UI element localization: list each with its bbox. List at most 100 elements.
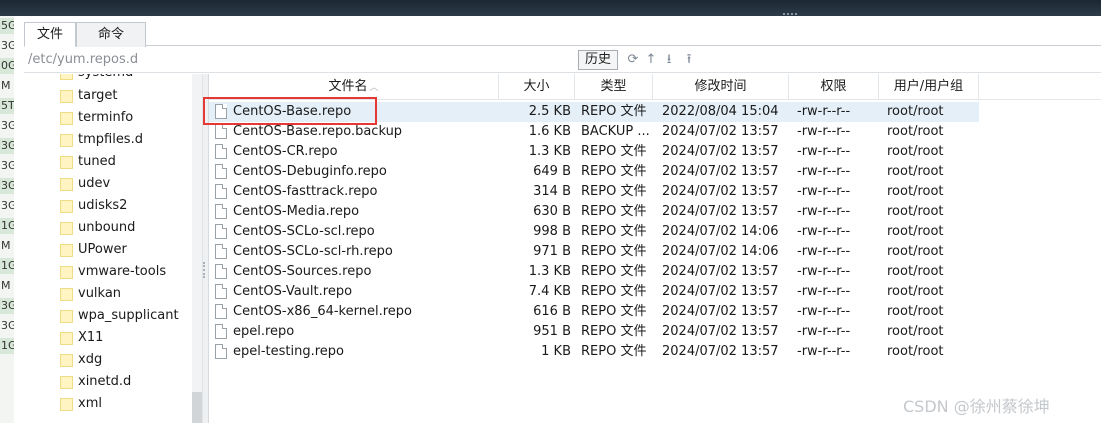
folder-icon <box>60 177 73 191</box>
file-type: REPO 文件 <box>581 144 647 159</box>
file-row[interactable]: CentOS-Vault.repo 7.4 KB REPO 文件 2024/07/02… <box>209 282 979 302</box>
file-name: epel.repo <box>233 324 295 339</box>
file-row[interactable]: CentOS-SCLo-scl-rh.repo 971 B REPO 文件 2024/… <box>209 242 979 262</box>
watermark: CSDN @徐州蔡徐坤 <box>903 397 1050 416</box>
column-mtime[interactable]: 修改时间 <box>653 74 789 100</box>
edge-size-label: 5T <box>0 98 14 114</box>
tree-folder-label: udev <box>78 176 111 191</box>
file-name: CentOS-Sources.repo <box>233 264 372 279</box>
file-row[interactable]: CentOS-fasttrack.repo 314 B REPO 文件 2024/07… <box>209 182 979 202</box>
file-row[interactable]: CentOS-CR.repo 1.3 KB REPO 文件 2024/07/02 13… <box>209 142 979 162</box>
tree-folder[interactable]: unbound <box>60 217 135 239</box>
file-owner: root/root <box>887 224 944 239</box>
column-permission[interactable]: 权限 <box>789 74 879 100</box>
tree-scrollbar-thumb[interactable] <box>192 392 202 423</box>
tree-folder[interactable]: X11 <box>60 327 103 349</box>
file-icon <box>215 224 227 239</box>
file-type: REPO 文件 <box>581 104 647 119</box>
folder-icon <box>60 397 73 411</box>
file-size: 2.5 KB <box>528 104 571 119</box>
edge-size-label: 3G <box>0 138 14 154</box>
file-icon <box>215 144 227 159</box>
tree-folder[interactable]: vmware-tools <box>60 261 166 283</box>
file-size: 1 KB <box>541 344 571 359</box>
left-edge-strip: 5G 3G 0G M 5T 3G 3G 3G 3G 3G 1G M 1G M 3G 3G 1G <box>0 16 14 423</box>
download-icon[interactable]: ⭳ <box>661 52 677 68</box>
history-button[interactable]: 历史 <box>578 50 618 70</box>
file-type: REPO 文件 <box>581 164 647 179</box>
tree-folder[interactable]: xml <box>60 393 102 415</box>
folder-icon <box>60 199 73 213</box>
upload-icon[interactable]: ⭱ <box>681 52 697 68</box>
file-row[interactable]: CentOS-SCLo-scl.repo 998 B REPO 文件 2024/07/… <box>209 222 979 242</box>
file-name: CentOS-x86_64-kernel.repo <box>233 304 412 319</box>
tree-folder[interactable]: xdg <box>60 349 102 371</box>
file-row[interactable]: CentOS-Media.repo 630 B REPO 文件 2024/07/02 … <box>209 202 979 222</box>
file-owner: root/root <box>887 124 944 139</box>
folder-icon <box>60 375 73 389</box>
file-permission: -rw-r--r-- <box>797 304 851 319</box>
edge-size-label: 3G <box>0 178 14 194</box>
folder-icon <box>60 353 73 367</box>
tree-folder[interactable]: wpa_supplicant <box>60 305 179 327</box>
column-size[interactable]: 大小 <box>499 74 575 100</box>
tab-commands[interactable]: 命令 <box>76 22 146 47</box>
file-type: REPO 文件 <box>581 284 647 299</box>
file-owner: root/root <box>887 344 944 359</box>
tree-folder[interactable]: terminfo <box>60 107 133 129</box>
tree-folder[interactable]: target <box>60 85 118 107</box>
tree-folder[interactable]: vulkan <box>60 283 121 305</box>
tab-files[interactable]: 文件 <box>24 22 76 47</box>
title-bar <box>0 0 1101 16</box>
file-row[interactable]: epel.repo 951 B REPO 文件 2024/07/02 13:57 -rw… <box>209 322 979 342</box>
file-row[interactable]: CentOS-Base.repo.backup 1.6 KB BACKUP ... 2… <box>209 122 979 142</box>
file-owner: root/root <box>887 164 944 179</box>
edge-size-label: 3G <box>0 298 14 314</box>
file-type: BACKUP ... <box>581 124 650 139</box>
file-name: CentOS-Media.repo <box>233 204 360 219</box>
tree-folder-label: tuned <box>78 154 116 169</box>
tree-folder-label: vulkan <box>78 286 122 301</box>
path-bar: /etc/yum.repos.d 历史 ⟳ ↑ ⭳ ⭱ <box>24 47 1101 73</box>
tree-folder-label: xinetd.d <box>78 374 132 389</box>
tree-folder[interactable]: UPower <box>60 239 127 261</box>
file-icon <box>215 344 227 359</box>
file-mtime: 2024/07/02 13:57 <box>662 184 779 199</box>
edge-size-label: 3G <box>1 159 14 172</box>
file-row[interactable]: CentOS-Debuginfo.repo 649 B REPO 文件 2024/07… <box>209 162 979 182</box>
tree-folder[interactable]: systemd <box>60 74 133 84</box>
column-owner[interactable]: 用户/用户组 <box>879 74 979 100</box>
folder-icon <box>60 111 73 125</box>
column-type[interactable]: 类型 <box>575 74 653 100</box>
file-mtime: 2024/07/02 13:57 <box>662 124 779 139</box>
tree-scrollbar[interactable] <box>192 74 202 423</box>
folder-icon <box>60 74 73 80</box>
edge-size-label: 3G <box>1 39 14 52</box>
file-permission: -rw-r--r-- <box>797 244 851 259</box>
file-row[interactable]: CentOS-x86_64-kernel.repo 616 B REPO 文件 202… <box>209 302 979 322</box>
edge-size-label: M <box>1 239 11 252</box>
path-input[interactable]: /etc/yum.repos.d <box>28 52 138 67</box>
file-permission: -rw-r--r-- <box>797 124 851 139</box>
tree-folder[interactable]: udisks2 <box>60 195 127 217</box>
tree-folder[interactable]: xinetd.d <box>60 371 131 393</box>
refresh-icon[interactable]: ⟳ <box>625 52 641 68</box>
tree-folder[interactable]: tmpfiles.d <box>60 129 143 151</box>
tree-folder[interactable]: tuned <box>60 151 116 173</box>
file-row[interactable]: epel-testing.repo 1 KB REPO 文件 2024/07/02 1… <box>209 342 979 362</box>
file-mtime: 2024/07/02 13:57 <box>662 304 779 319</box>
file-row[interactable]: CentOS-Sources.repo 1.3 KB REPO 文件 2024/07/… <box>209 262 979 282</box>
up-icon[interactable]: ↑ <box>643 52 659 68</box>
file-type: REPO 文件 <box>581 224 647 239</box>
file-owner: root/root <box>887 304 944 319</box>
tree-folder-label: xdg <box>78 352 103 367</box>
file-icon <box>215 304 227 319</box>
file-mtime: 2024/07/02 14:06 <box>662 224 779 239</box>
file-size: 1.6 KB <box>528 124 571 139</box>
file-name: epel-testing.repo <box>233 344 345 359</box>
file-owner: root/root <box>887 324 944 339</box>
file-name: CentOS-SCLo-scl.repo <box>233 224 375 239</box>
tree-folder[interactable]: udev <box>60 173 110 195</box>
file-owner: root/root <box>887 144 944 159</box>
tree-folder-label: systemd <box>78 74 133 84</box>
